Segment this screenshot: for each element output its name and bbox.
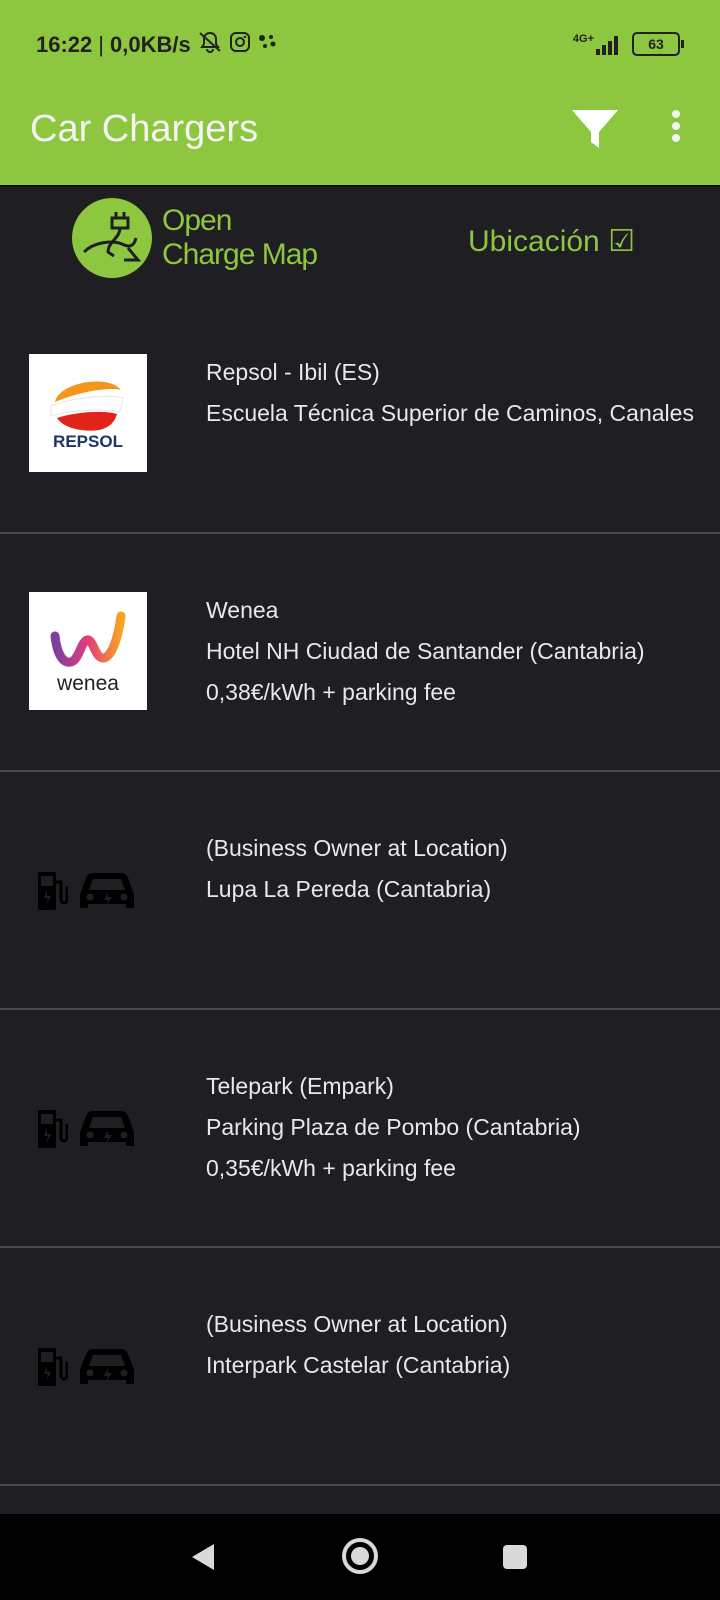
recents-square-icon[interactable] <box>503 1545 527 1569</box>
charger-info: (Business Owner at Location) Interpark C… <box>206 1304 510 1386</box>
system-nav-bar <box>0 1514 720 1600</box>
charger-info: Repsol - Ibil (ES) Escuela Técnica Super… <box>206 352 694 434</box>
charger-location: Hotel NH Ciudad de Santander (Cantabria) <box>206 638 645 664</box>
signal-icon: 4G+ <box>573 33 622 55</box>
generic-charger-logo <box>36 1344 138 1388</box>
charger-operator: Wenea <box>206 597 279 623</box>
status-separator: | <box>98 32 104 57</box>
filter-icon[interactable] <box>568 102 622 156</box>
charger-price: 0,38€/kWh + parking fee <box>206 679 456 705</box>
more-vert-icon[interactable] <box>664 108 688 148</box>
car-icon <box>80 873 134 908</box>
charger-info: Telepark (Empark) Parking Plaza de Pombo… <box>206 1066 581 1189</box>
charger-location: Escuela Técnica Superior de Caminos, Can… <box>206 400 694 426</box>
status-right: 4G+ 63 <box>573 32 684 56</box>
charger-info: (Business Owner at Location) Lupa La Per… <box>206 828 508 910</box>
status-bar: 16:22 | 0,0KB/s 4G+ 63 <box>0 0 720 90</box>
ocm-brand-text: Open Charge Map <box>162 204 318 272</box>
wenea-logo-text: wenea <box>56 672 119 695</box>
status-left: 16:22 | 0,0KB/s <box>36 30 279 60</box>
charger-location: Lupa La Pereda (Cantabria) <box>206 876 492 902</box>
repsol-logo: REPSOL <box>29 354 147 472</box>
mute-notifications-icon <box>197 30 223 60</box>
generic-charger-logo <box>36 868 138 912</box>
app-bar: Car Chargers <box>0 90 720 187</box>
generic-charger-logo <box>36 1106 138 1150</box>
charger-operator: (Business Owner at Location) <box>206 1311 508 1337</box>
instagram-icon <box>229 31 251 59</box>
charger-info: Wenea Hotel NH Ciudad de Santander (Cant… <box>206 590 645 713</box>
assistant-dots-icon <box>257 32 279 58</box>
repsol-logo-text: REPSOL <box>53 432 123 451</box>
status-time: 16:22 <box>36 32 93 57</box>
charger-list: REPSOL Repsol - Ibil (ES) Escuela Técnic… <box>0 296 720 1486</box>
list-item[interactable]: (Business Owner at Location) Interpark C… <box>0 1248 720 1486</box>
ocm-brand-line2: Charge Map <box>162 238 318 271</box>
car-icon <box>80 1111 134 1146</box>
list-item[interactable]: wenea Wenea Hotel NH Ciudad de Santander… <box>0 534 720 772</box>
charger-operator: (Business Owner at Location) <box>206 835 508 861</box>
charging-station-icon <box>38 872 68 910</box>
charger-price: 0,35€/kWh + parking fee <box>206 1155 456 1181</box>
charger-location: Parking Plaza de Pombo (Cantabria) <box>206 1114 581 1140</box>
network-type: 4G+ <box>572 33 594 45</box>
charger-operator: Repsol - Ibil (ES) <box>206 359 380 385</box>
back-triangle-icon[interactable] <box>190 1542 216 1577</box>
wenea-logo: wenea <box>29 592 147 710</box>
charger-operator: Telepark (Empark) <box>206 1073 394 1099</box>
car-icon <box>80 1349 134 1384</box>
list-item[interactable]: (Business Owner at Location) Lupa La Per… <box>0 772 720 1010</box>
list-item[interactable]: Telepark (Empark) Parking Plaza de Pombo… <box>0 1010 720 1248</box>
ocm-brand-line1: Open <box>162 204 232 237</box>
status-speed: 0,0KB/s <box>110 32 191 57</box>
charging-station-icon <box>38 1348 68 1386</box>
open-charge-map-logo[interactable]: Open Charge Map <box>72 196 332 286</box>
charger-location: Interpark Castelar (Cantabria) <box>206 1352 511 1378</box>
battery-icon: 63 <box>632 32 684 56</box>
battery-level: 63 <box>648 36 664 52</box>
app-title: Car Chargers <box>30 108 259 150</box>
home-circle-icon[interactable] <box>340 1536 380 1581</box>
charger-plug-icon <box>72 198 152 278</box>
location-toggle[interactable]: Ubicación ☑ <box>468 224 635 259</box>
charging-station-icon <box>38 1110 68 1148</box>
list-item[interactable]: REPSOL Repsol - Ibil (ES) Escuela Técnic… <box>0 296 720 534</box>
